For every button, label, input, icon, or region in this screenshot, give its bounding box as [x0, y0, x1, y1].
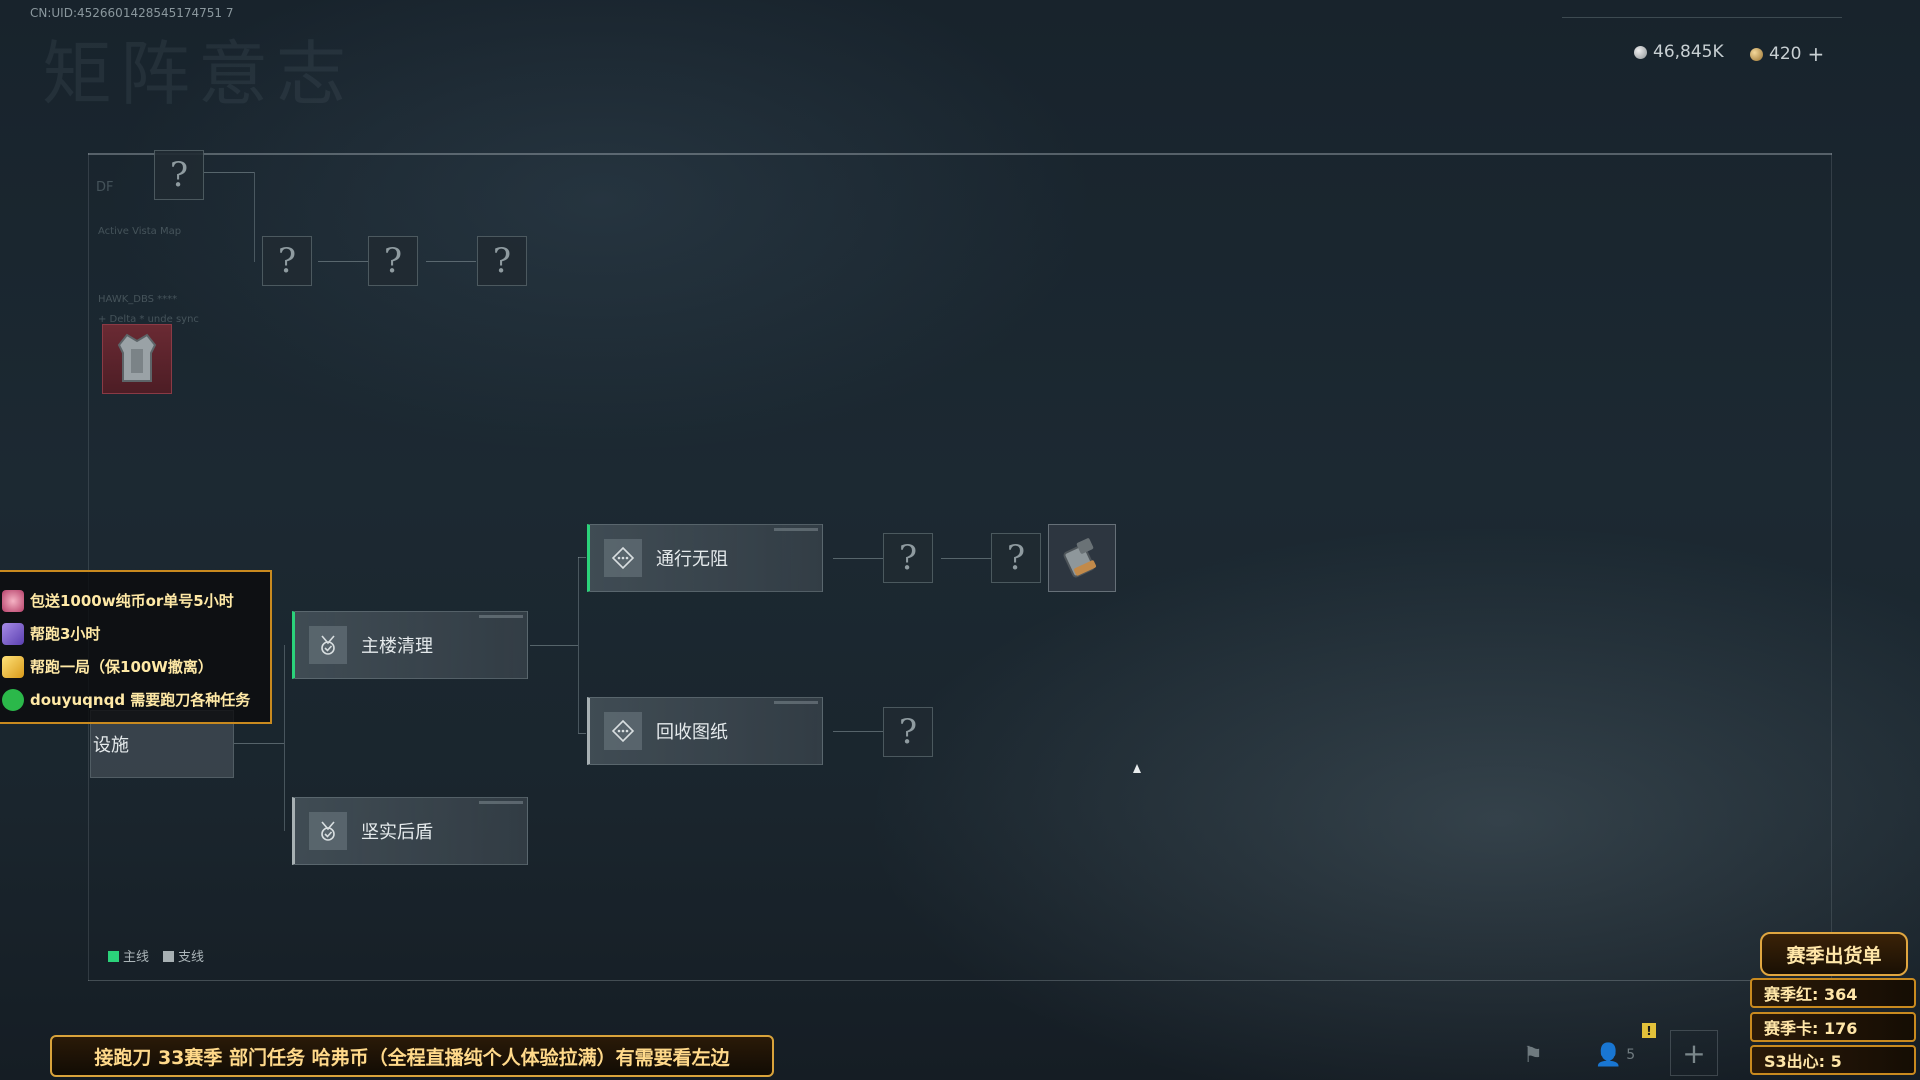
unknown-node[interactable]: ?	[883, 707, 933, 757]
armor-icon	[117, 333, 157, 382]
panel-top-border	[88, 153, 1832, 155]
overlay-item: 帮跑一局（保100W撤离）	[0, 650, 270, 683]
connector	[578, 557, 586, 558]
background-title: 矩阵意志	[42, 33, 354, 115]
node-tick	[479, 801, 523, 804]
task-node-main-building[interactable]: 主楼清理	[292, 611, 528, 679]
connector	[204, 172, 254, 173]
connector	[254, 172, 255, 262]
overlay-item-text: 包送1000w纯币or单号5小时	[30, 592, 234, 610]
task-node-label: 坚实后盾	[361, 822, 433, 843]
stream-banner: 接跑刀 33赛季 部门任务 哈弗币（全程直播纯个人体验拉满）有需要看左边	[50, 1035, 774, 1077]
flag-icon[interactable]: ⚑	[1518, 1040, 1548, 1070]
mouse-cursor-icon	[1133, 764, 1141, 773]
ticket-icon	[2, 655, 24, 678]
legend-side-swatch	[163, 951, 175, 962]
legend-side: 支线	[163, 946, 204, 965]
unknown-node[interactable]: ?	[262, 236, 312, 286]
unknown-node[interactable]: ?	[991, 533, 1041, 583]
facility-node-label: 设施	[93, 735, 129, 756]
warning-icon: !	[1642, 1023, 1656, 1038]
deco-label: HAWK_DBS ****	[98, 294, 178, 305]
medal-icon	[309, 626, 347, 664]
gold-coin-icon	[1750, 47, 1763, 61]
diamond-icon	[604, 712, 642, 750]
connector	[284, 645, 285, 831]
deco-label: Active Vista Map	[98, 226, 182, 237]
squad-count: 5	[1626, 1047, 1636, 1063]
connector	[833, 731, 883, 732]
panel-bottom-border	[88, 980, 1832, 981]
unknown-node[interactable]: ?	[368, 236, 418, 286]
wechat-icon	[2, 688, 24, 711]
silver-coin-icon	[1634, 45, 1647, 59]
task-node-solid-shield[interactable]: 坚实后盾	[292, 797, 528, 865]
overlay-item-text: douyuqnqd 需要跑刀各种任务	[30, 691, 251, 709]
unknown-node[interactable]: ?	[883, 533, 933, 583]
node-tick	[479, 615, 523, 618]
gold-currency[interactable]: 420 +	[1750, 42, 1824, 66]
season-drop-list-title: 赛季出货单	[1760, 932, 1908, 976]
legend-main: 主线	[108, 946, 149, 965]
task-node-recover-blueprint[interactable]: 回收图纸	[587, 697, 823, 765]
task-node-label: 主楼清理	[361, 636, 433, 657]
legend-main-swatch	[108, 951, 119, 962]
task-node-label: 回收图纸	[656, 722, 728, 743]
stream-service-overlay: 包送1000w纯币or单号5小时 帮跑3小时 帮跑一局（保100W撤离） dou…	[0, 570, 272, 724]
stream-banner-text: 接跑刀 33赛季 部门任务 哈弗币（全程直播纯个人体验拉满）有需要看左边	[94, 1046, 730, 1069]
overlay-item-text: 帮跑一局（保100W撤离）	[30, 658, 213, 676]
gear-reward-item[interactable]	[1048, 524, 1116, 592]
player-icon: 👤	[1594, 1042, 1623, 1068]
gold-amount: 420	[1769, 44, 1802, 64]
add-currency-button[interactable]: +	[1807, 42, 1824, 66]
season-heart-text: S3出心: 5	[1764, 1052, 1842, 1071]
node-tick	[774, 528, 818, 531]
diamond-icon	[604, 539, 642, 577]
panel-left-border	[88, 153, 89, 981]
season-heart-count: S3出心: 5	[1750, 1045, 1916, 1075]
equipment-icon	[1063, 538, 1097, 578]
connector	[578, 557, 579, 733]
unknown-node[interactable]: ?	[477, 236, 527, 286]
connector	[833, 558, 883, 559]
task-node-label: 通行无阻	[656, 549, 728, 570]
connector	[941, 558, 991, 559]
connector	[234, 743, 284, 744]
panel-right-border	[1831, 153, 1832, 981]
unknown-node[interactable]: ?	[154, 150, 204, 200]
season-red-count: 赛季红: 364	[1750, 978, 1916, 1008]
connector	[426, 261, 476, 262]
add-button[interactable]: +	[1670, 1030, 1718, 1076]
season-card-text: 赛季卡: 176	[1764, 1019, 1858, 1038]
overlay-item-text: 帮跑3小时	[30, 625, 101, 643]
overlay-item: 包送1000w纯币or单号5小时	[0, 584, 270, 617]
node-tick	[774, 701, 818, 704]
overlay-item: 帮跑3小时	[0, 617, 270, 650]
task-node-pass-through[interactable]: 通行无阻	[587, 524, 823, 592]
flower-icon	[2, 589, 24, 612]
header-divider	[1562, 17, 1842, 18]
season-title-text: 赛季出货单	[1786, 944, 1882, 967]
legend-main-label: 主线	[123, 950, 150, 965]
armor-reward-item[interactable]	[102, 324, 172, 394]
legend-side-label: 支线	[178, 950, 205, 965]
medal-icon	[309, 812, 347, 850]
overlay-item: douyuqnqd 需要跑刀各种任务	[0, 683, 270, 716]
legend: 主线 支线	[108, 946, 204, 965]
deco-label: DF	[96, 180, 114, 195]
season-red-text: 赛季红: 364	[1764, 985, 1858, 1004]
silver-currency: 46,845K	[1634, 42, 1724, 62]
silver-amount: 46,845K	[1653, 42, 1724, 62]
season-card-count: 赛季卡: 176	[1750, 1012, 1916, 1042]
rocket-icon	[2, 622, 24, 645]
connector	[530, 645, 578, 646]
connector	[318, 261, 368, 262]
connector	[578, 733, 586, 734]
squad-button[interactable]: 👤 5	[1590, 1040, 1640, 1070]
